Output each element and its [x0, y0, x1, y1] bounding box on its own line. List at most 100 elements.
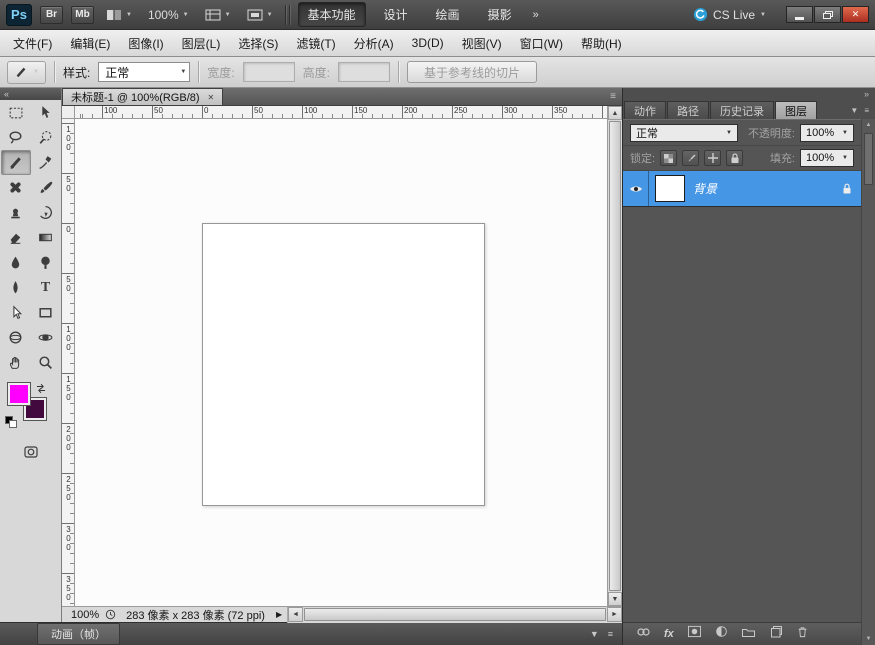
rectangular-marquee-tool[interactable]: [1, 100, 31, 125]
tab-layers[interactable]: 图层: [775, 101, 817, 119]
layer-row-background[interactable]: 背景: [623, 171, 861, 207]
close-button[interactable]: ✕: [842, 6, 869, 23]
zoom-level-dropdown[interactable]: 100% ▼: [144, 5, 193, 25]
layer-visibility-toggle[interactable]: [623, 171, 649, 206]
workspace-overflow-icon[interactable]: »: [530, 9, 542, 21]
photoshop-logo[interactable]: Ps: [6, 4, 32, 26]
canvas[interactable]: [202, 223, 485, 506]
new-group-button[interactable]: [741, 625, 756, 643]
scroll-up-button[interactable]: ▲: [608, 106, 622, 120]
tab-history[interactable]: 历史记录: [710, 101, 774, 119]
opacity-field[interactable]: 100% ▼: [800, 124, 854, 142]
launch-mini-bridge-button[interactable]: Mb: [71, 6, 94, 24]
menu-3d[interactable]: 3D(D): [403, 31, 453, 55]
cs-live-dropdown[interactable]: CS Live ▼: [689, 7, 770, 22]
horizontal-scrollbar[interactable]: ◄ ►: [287, 607, 622, 623]
add-layer-mask-button[interactable]: [687, 625, 702, 643]
dodge-tool[interactable]: [31, 250, 61, 275]
document-tab[interactable]: 未标题-1 @ 100%(RGB/8) ✕: [62, 88, 223, 105]
tab-paths[interactable]: 路径: [667, 101, 709, 119]
scroll-down-button[interactable]: ▼: [608, 592, 622, 606]
workspace-essentials-button[interactable]: 基本功能: [298, 2, 366, 27]
vertical-scrollbar[interactable]: ▲ ▼: [607, 106, 622, 606]
gradient-tool[interactable]: [31, 225, 61, 250]
brush-tool[interactable]: [31, 175, 61, 200]
eyedropper-tool[interactable]: [31, 150, 61, 175]
tool-preset-picker[interactable]: ▼: [7, 61, 46, 84]
link-layers-button[interactable]: [636, 625, 651, 643]
panel-scroll-down-icon[interactable]: ▼: [862, 633, 875, 645]
workspace-painting-button[interactable]: 绘画: [426, 2, 470, 27]
shape-tool[interactable]: [31, 300, 61, 325]
spot-healing-brush-tool[interactable]: [1, 175, 31, 200]
tab-bar-menu-icon[interactable]: ≡: [604, 91, 622, 102]
vertical-scroll-thumb[interactable]: [609, 121, 621, 591]
new-layer-button[interactable]: [769, 625, 783, 643]
slice-tool[interactable]: [1, 150, 31, 175]
panel-scrollbar[interactable]: ▲ ▼: [861, 119, 875, 645]
chevron-down-icon[interactable]: ▼: [850, 106, 858, 115]
menu-image[interactable]: 图像(I): [119, 30, 172, 57]
menu-edit[interactable]: 编辑(E): [61, 30, 119, 57]
3d-orbit-tool[interactable]: [31, 325, 61, 350]
panel-scroll-up-icon[interactable]: ▲: [862, 119, 875, 131]
arrange-documents-dropdown[interactable]: ▼: [102, 5, 136, 25]
view-extras-dropdown[interactable]: ▼: [201, 5, 235, 25]
3d-rotate-tool[interactable]: [1, 325, 31, 350]
panel-scroll-thumb[interactable]: [864, 133, 873, 185]
workspace-design-button[interactable]: 设计: [374, 2, 418, 27]
fill-field[interactable]: 100% ▼: [800, 149, 854, 167]
launch-bridge-button[interactable]: Br: [40, 6, 63, 24]
menu-file[interactable]: 文件(F): [4, 30, 61, 57]
path-selection-tool[interactable]: [1, 300, 31, 325]
scroll-left-button[interactable]: ◄: [288, 607, 303, 622]
menu-layer[interactable]: 图层(L): [173, 30, 230, 57]
collapse-dock-icon[interactable]: »: [864, 90, 869, 99]
quick-selection-tool[interactable]: [31, 125, 61, 150]
vertical-ruler[interactable]: 100 50 0 50 100 150 200 250 300 350: [62, 119, 75, 606]
document-viewport[interactable]: 100 50 0 50 100 150 200 250 300 350: [62, 106, 622, 606]
type-tool[interactable]: T: [31, 275, 61, 300]
default-colors-icon[interactable]: [5, 416, 20, 431]
menu-filter[interactable]: 滤镜(T): [287, 30, 344, 57]
minimize-button[interactable]: [786, 6, 813, 23]
tab-close-icon[interactable]: ✕: [208, 93, 215, 102]
menu-select[interactable]: 选择(S): [229, 30, 287, 57]
hand-tool[interactable]: [1, 350, 31, 375]
width-input[interactable]: [243, 62, 295, 82]
eraser-tool[interactable]: [1, 225, 31, 250]
style-select[interactable]: 正常 ▼: [98, 62, 190, 82]
lasso-tool[interactable]: [1, 125, 31, 150]
delete-layer-button[interactable]: [796, 625, 809, 643]
menu-help[interactable]: 帮助(H): [572, 30, 631, 57]
horizontal-ruler[interactable]: 100 50 0 50 100 150 200 250 300 350: [75, 106, 607, 119]
scroll-right-button[interactable]: ►: [607, 607, 622, 622]
lock-pixels-button[interactable]: [682, 150, 699, 166]
menu-analysis[interactable]: 分析(A): [345, 30, 403, 57]
tab-actions[interactable]: 动作: [624, 101, 666, 119]
layer-thumbnail[interactable]: [655, 175, 685, 202]
swap-colors-icon[interactable]: [35, 381, 47, 399]
quick-mask-button[interactable]: [0, 439, 61, 465]
move-tool[interactable]: [31, 100, 61, 125]
lock-all-button[interactable]: [726, 150, 743, 166]
height-input[interactable]: [338, 62, 390, 82]
tools-panel-header[interactable]: «: [0, 88, 61, 100]
animation-panel-tab[interactable]: 动画（帧）: [37, 623, 120, 645]
adjustment-layer-button[interactable]: [715, 625, 728, 643]
chevron-down-icon[interactable]: ▼: [590, 629, 599, 639]
ruler-origin-corner[interactable]: [62, 106, 75, 119]
lock-transparency-button[interactable]: [660, 150, 677, 166]
slices-from-guides-button[interactable]: 基于参考线的切片: [407, 61, 537, 83]
menu-view[interactable]: 视图(V): [453, 30, 511, 57]
status-flyout-icon[interactable]: ▶: [271, 610, 287, 619]
blur-tool[interactable]: [1, 250, 31, 275]
layer-style-button[interactable]: fx: [664, 628, 674, 640]
workspace-photography-button[interactable]: 摄影: [478, 2, 522, 27]
restore-button[interactable]: [814, 6, 841, 23]
panel-menu-icon[interactable]: ≡: [864, 106, 869, 115]
status-zoom-field[interactable]: 100%: [62, 609, 105, 621]
panel-menu-icon[interactable]: ≡: [608, 629, 613, 639]
screen-mode-dropdown[interactable]: ▼: [243, 5, 277, 25]
blend-mode-select[interactable]: 正常 ▼: [630, 124, 738, 142]
